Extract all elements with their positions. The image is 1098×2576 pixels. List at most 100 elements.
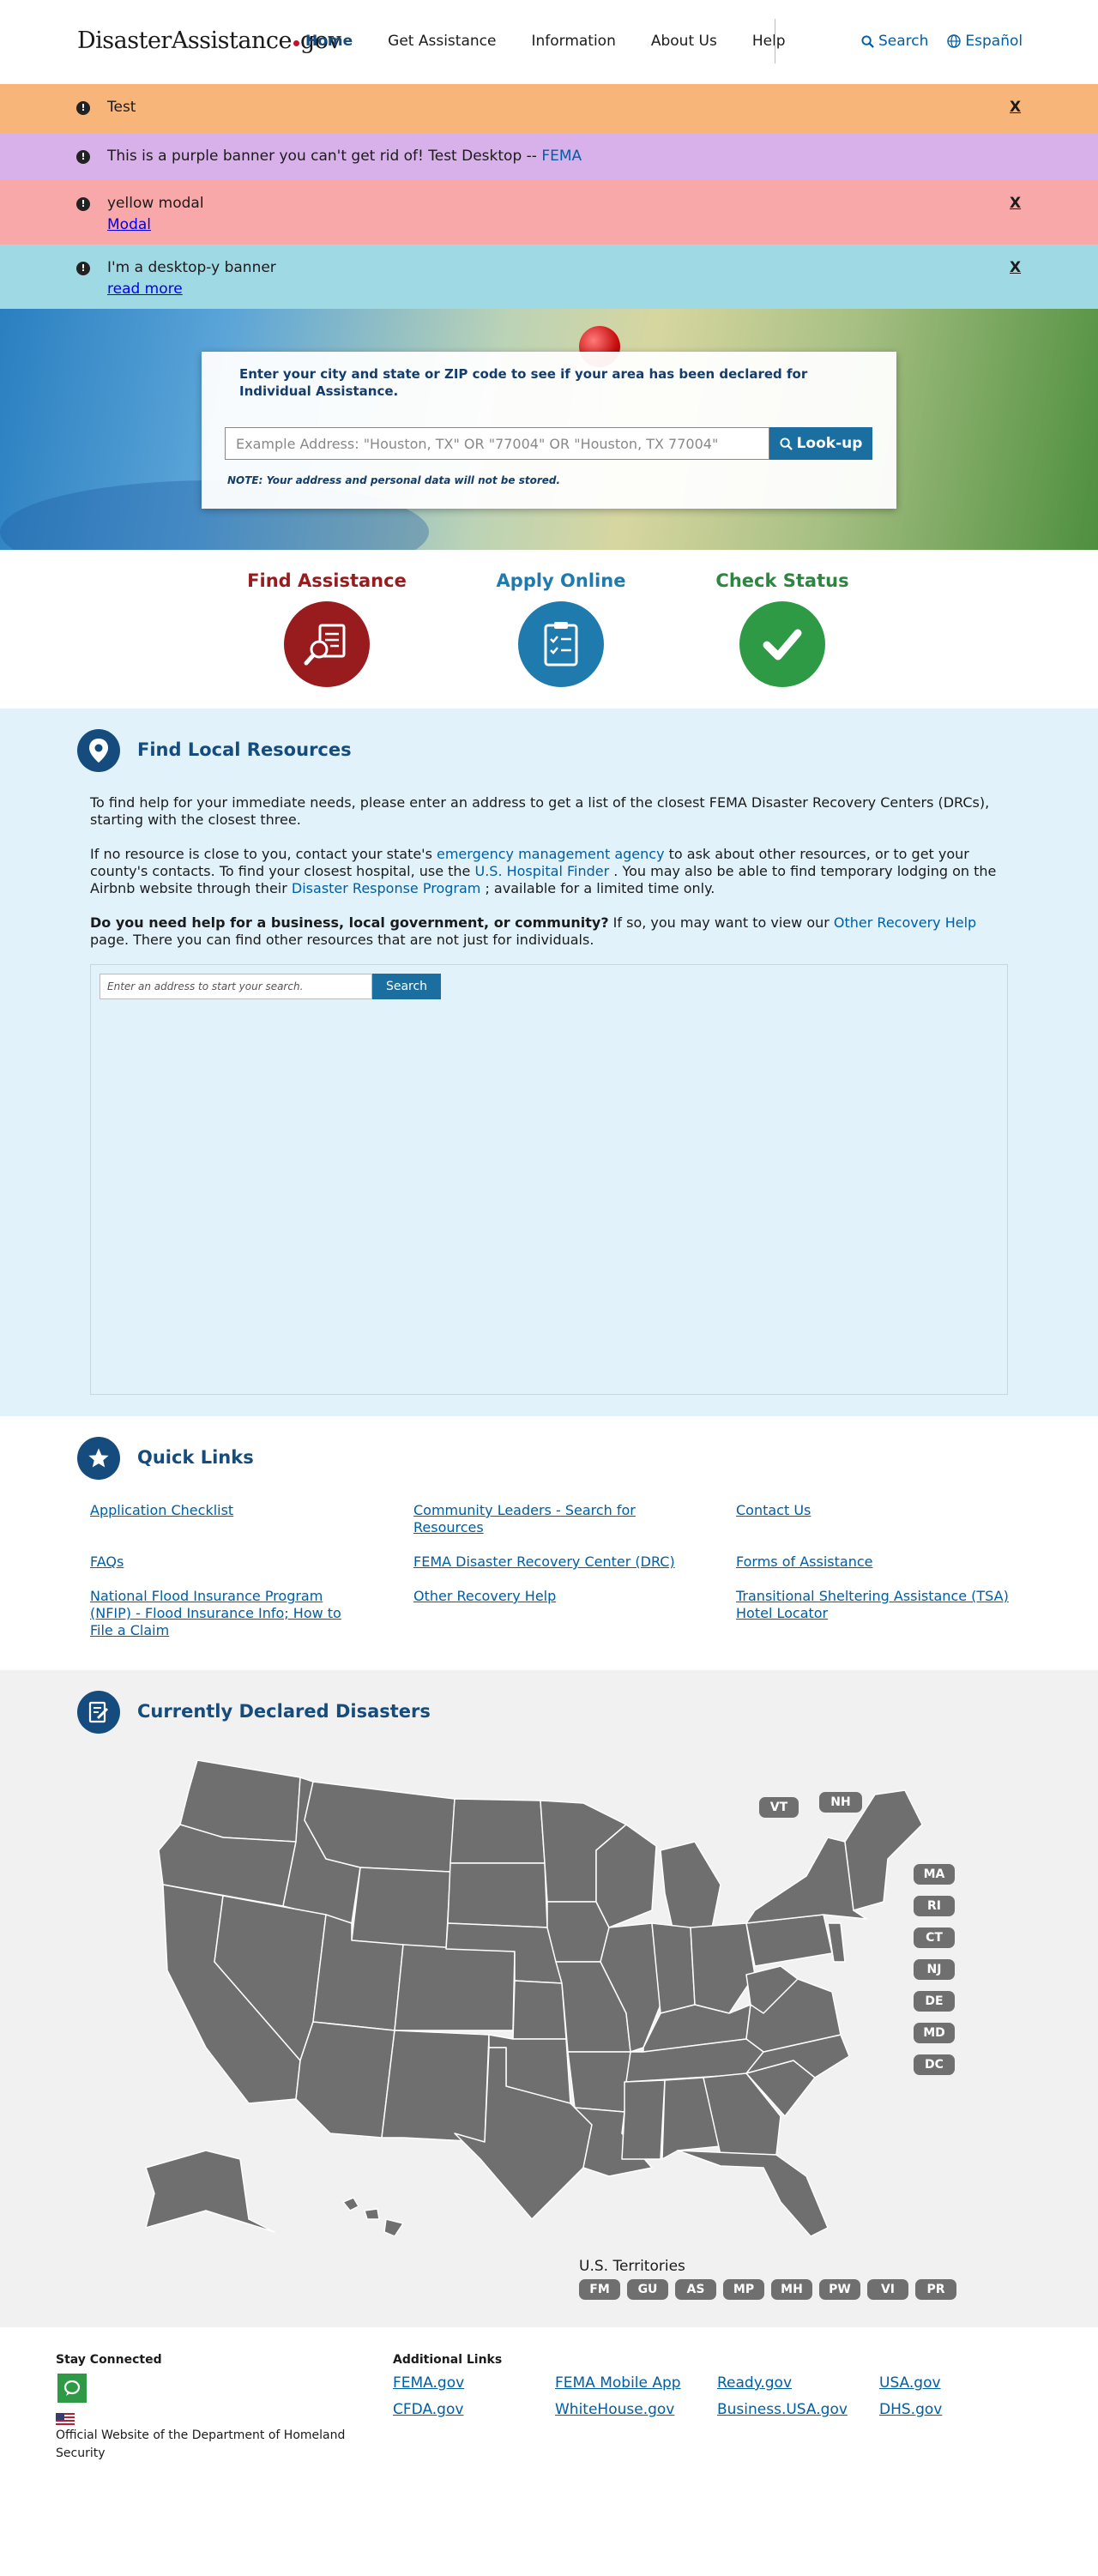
state-tag-vt[interactable]: VT <box>759 1797 799 1818</box>
banner-close-button[interactable]: X <box>1010 99 1021 116</box>
banner-test: ! Test X <box>0 84 1098 133</box>
state-mississippi[interactable] <box>621 2079 666 2160</box>
territory-tag-mp[interactable]: MP <box>723 2279 764 2300</box>
resources-paragraph: If no resource is close to you, contact … <box>90 846 997 896</box>
quick-link-other-recovery-help[interactable]: Other Recovery Help <box>413 1588 697 1605</box>
quick-link-forms-of-assistance[interactable]: Forms of Assistance <box>736 1553 1019 1571</box>
territory-tag-fm[interactable]: FM <box>579 2279 620 2300</box>
privacy-note: NOTE: Your address and personal data wil… <box>227 474 561 486</box>
state-tag-ma[interactable]: MA <box>914 1864 955 1885</box>
quick-link-faqs[interactable]: FAQs <box>90 1553 373 1571</box>
state-tag-dc[interactable]: DC <box>914 2054 955 2075</box>
quick-link-application-checklist[interactable]: Application Checklist <box>90 1502 373 1519</box>
site-logo[interactable]: DisasterAssistance gov <box>77 27 341 54</box>
language-link[interactable]: Español <box>947 33 1023 50</box>
nav-get-assistance[interactable]: Get Assistance <box>388 33 496 50</box>
territory-tag-mh[interactable]: MH <box>771 2279 812 2300</box>
state-ohio[interactable] <box>690 1922 756 2014</box>
state-tag-md[interactable]: MD <box>914 2023 955 2043</box>
territory-tag-pr[interactable]: PR <box>915 2279 956 2300</box>
banner-close-button[interactable]: X <box>1010 259 1021 276</box>
territory-tag-vi[interactable]: VI <box>867 2279 908 2300</box>
footer-link-usa[interactable]: USA.gov <box>879 2374 941 2392</box>
find-local-resources-section: Find Local Resources To find help for yo… <box>0 709 1098 1416</box>
quick-links-section: Quick Links Application Checklist Commun… <box>0 1416 1098 1670</box>
state-michigan[interactable] <box>660 1841 721 1933</box>
action-title: Find Assistance <box>247 570 407 591</box>
nav-home[interactable]: Home <box>305 33 353 50</box>
business-help-paragraph: Do you need help for a business, local g… <box>90 914 977 948</box>
intro-paragraph: To find help for your immediate needs, p… <box>90 794 990 828</box>
state-south-dakota[interactable] <box>447 1862 548 1928</box>
resource-search-input[interactable]: Enter an address to start your search. <box>100 974 372 999</box>
footer-link-ready[interactable]: Ready.gov <box>717 2374 792 2392</box>
search-label: Search <box>878 33 929 50</box>
quick-link-community-leaders[interactable]: Community Leaders - Search for Resources <box>413 1502 688 1536</box>
state-florida[interactable] <box>677 2150 829 2236</box>
territory-tag-as[interactable]: AS <box>675 2279 716 2300</box>
chat-bubble-icon[interactable] <box>57 2374 87 2403</box>
banner-link-read-more[interactable]: read more <box>107 281 183 298</box>
emergency-management-link[interactable]: emergency management agency <box>437 846 669 862</box>
header-utilities: Search Español <box>861 33 1041 50</box>
state-hawaii[interactable] <box>342 2197 404 2236</box>
nav-information[interactable]: Information <box>531 33 615 50</box>
state-arkansas[interactable] <box>567 2051 631 2113</box>
us-disaster-map[interactable] <box>129 1756 935 2236</box>
state-tag-ct[interactable]: CT <box>914 1927 955 1948</box>
territories-label: U.S. Territories <box>579 2258 685 2275</box>
other-recovery-help-link[interactable]: Other Recovery Help <box>834 914 976 931</box>
footer-link-fema-mobile-app[interactable]: FEMA Mobile App <box>555 2374 681 2392</box>
state-north-dakota[interactable] <box>449 1798 546 1864</box>
banner-close-button[interactable]: X <box>1010 195 1021 212</box>
state-colorado[interactable] <box>394 1944 516 2031</box>
state-kansas[interactable] <box>512 1980 567 2040</box>
footer-link-fema[interactable]: FEMA.gov <box>393 2374 464 2392</box>
footer-link-cfda[interactable]: CFDA.gov <box>393 2401 463 2418</box>
quick-link-tsa-hotel-locator[interactable]: Transitional Sheltering Assistance (TSA)… <box>736 1588 1011 1622</box>
check-status-action[interactable]: Check Status <box>697 570 868 687</box>
search-icon <box>861 34 874 48</box>
resources-map[interactable]: Enter an address to start your search. S… <box>90 964 1008 1395</box>
banner-link-fema[interactable]: FEMA <box>541 148 582 165</box>
lookup-button-label: Look-up <box>796 435 863 452</box>
footer-link-dhs[interactable]: DHS.gov <box>879 2401 942 2418</box>
state-new-jersey[interactable] <box>827 1922 846 1963</box>
quick-link-contact-us[interactable]: Contact Us <box>736 1502 1019 1519</box>
quick-link-drc[interactable]: FEMA Disaster Recovery Center (DRC) <box>413 1553 697 1571</box>
state-tag-nj[interactable]: NJ <box>914 1959 955 1980</box>
info-icon: ! <box>76 101 90 115</box>
banner-text: This is a purple banner you can't get ri… <box>107 148 582 165</box>
territory-tag-gu[interactable]: GU <box>627 2279 668 2300</box>
search-link[interactable]: Search <box>861 33 928 50</box>
hospital-finder-link[interactable]: U.S. Hospital Finder <box>474 863 613 879</box>
address-lookup-input[interactable]: Example Address: "Houston, TX" OR "77004… <box>225 427 769 460</box>
resource-search-button[interactable]: Search <box>372 974 441 999</box>
state-wyoming[interactable] <box>351 1867 451 1950</box>
footer-link-whitehouse[interactable]: WhiteHouse.gov <box>555 2401 674 2418</box>
state-arizona[interactable] <box>295 2021 395 2139</box>
state-tag-de[interactable]: DE <box>914 1991 955 2012</box>
disaster-response-program-link[interactable]: Disaster Response Program <box>292 880 486 896</box>
state-tag-nh[interactable]: NH <box>819 1792 862 1813</box>
find-assistance-action[interactable]: Find Assistance <box>241 570 413 687</box>
nav-about-us[interactable]: About Us <box>651 33 717 50</box>
star-icon <box>77 1437 120 1480</box>
territory-tag-pw[interactable]: PW <box>819 2279 860 2300</box>
apply-online-action[interactable]: Apply Online <box>475 570 647 687</box>
banner-purple: ! This is a purple banner you can't get … <box>0 133 1098 180</box>
state-new-mexico[interactable] <box>381 2030 490 2143</box>
quick-link-nfip[interactable]: National Flood Insurance Program (NFIP) … <box>90 1588 365 1639</box>
footer-link-business-usa[interactable]: Business.USA.gov <box>717 2401 848 2418</box>
banner-desktop: ! I'm a desktop-y banner read more X <box>0 244 1098 309</box>
lookup-button[interactable]: Look-up <box>769 427 872 460</box>
nav-help[interactable]: Help <box>752 33 786 50</box>
section-title: Find Local Resources <box>137 739 352 760</box>
state-iowa[interactable] <box>546 1901 610 1963</box>
banner-text: I'm a desktop-y banner <box>107 259 276 276</box>
state-tag-ri[interactable]: RI <box>914 1896 955 1916</box>
language-label: Español <box>965 33 1023 50</box>
banner-link-modal[interactable]: Modal <box>107 216 151 233</box>
state-alaska[interactable] <box>145 2150 275 2233</box>
state-montana[interactable] <box>304 1781 455 1873</box>
